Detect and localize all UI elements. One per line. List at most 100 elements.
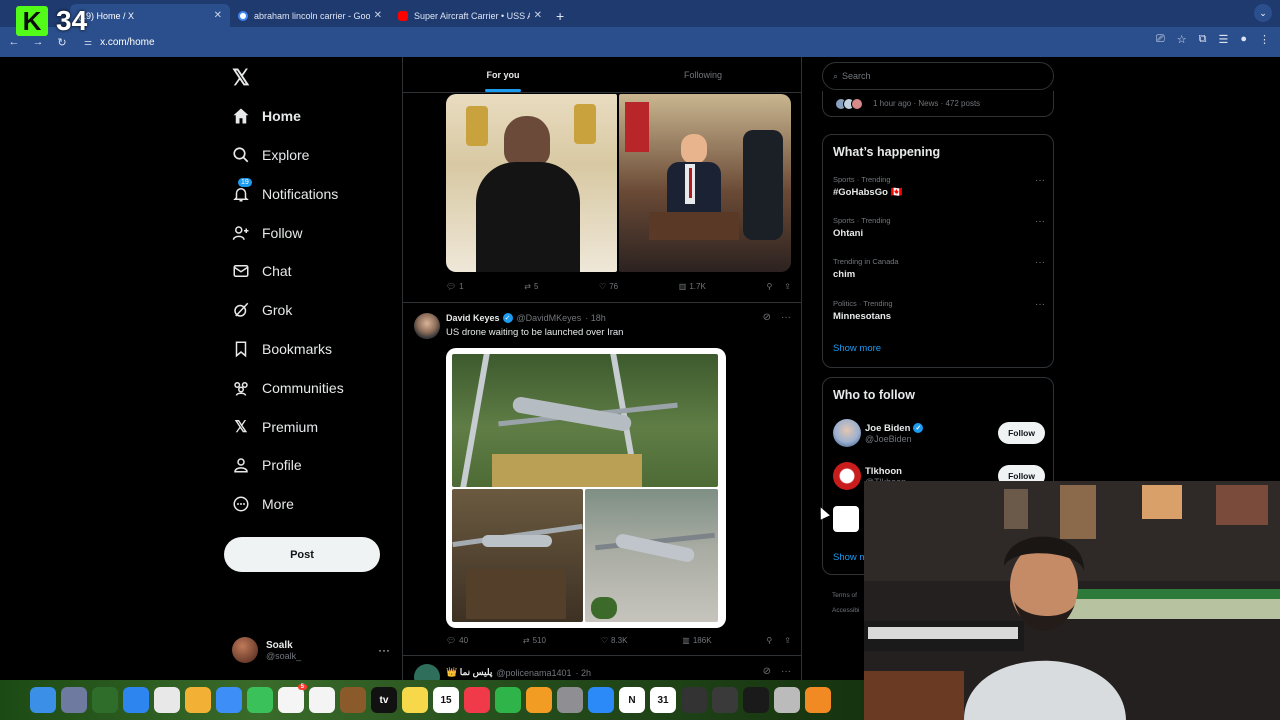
like-button[interactable]: ♡ 76	[599, 282, 618, 291]
browser-tab-x-home[interactable]: (19) Home / X ✕	[70, 4, 230, 27]
chrome-icon[interactable]	[154, 687, 180, 713]
post-button[interactable]: Post	[224, 537, 380, 572]
app-hex-icon[interactable]	[743, 687, 769, 713]
reading-list-icon[interactable]: ☰	[1218, 33, 1228, 46]
bookmark-icon[interactable]: ⚲	[766, 282, 772, 291]
settings-icon[interactable]	[557, 687, 583, 713]
browser-tab-youtube[interactable]: Super Aircraft Carrier • USS A ✕	[390, 4, 550, 27]
news-summary[interactable]: 1 hour ago · News · 472 posts	[822, 91, 1054, 117]
grok-icon[interactable]: ⊘	[763, 666, 771, 677]
more-icon[interactable]: ···	[1035, 216, 1045, 227]
browser-menu-icon[interactable]: ⋮	[1259, 33, 1270, 46]
close-icon[interactable]: ✕	[214, 10, 222, 21]
instruments-icon[interactable]	[681, 687, 707, 713]
photos-icon[interactable]	[185, 687, 211, 713]
author-handle[interactable]: @DavidMKeyes	[517, 313, 582, 323]
tab-search-icon[interactable]: ⌄	[1254, 4, 1272, 22]
launchpad-icon[interactable]	[61, 687, 87, 713]
search-input[interactable]: ⌕ Search	[822, 62, 1054, 90]
show-more-link[interactable]: Show m	[833, 552, 867, 563]
avatar[interactable]	[414, 664, 440, 680]
forward-icon[interactable]: →	[26, 36, 50, 49]
tab-for-you[interactable]: For you	[403, 57, 603, 92]
tweet-photo[interactable]	[446, 94, 617, 272]
share-icon[interactable]: ⇪	[784, 636, 791, 645]
bookmark-icon[interactable]: ⚲	[766, 636, 772, 645]
cast-icon[interactable]: ⎚	[1156, 33, 1165, 46]
footer-link[interactable]: Accessibi	[832, 603, 859, 618]
bookmark-star-icon[interactable]: ☆	[1177, 33, 1187, 46]
close-icon[interactable]: ✕	[374, 10, 382, 21]
nav-premium[interactable]: 𝕏 Premium	[232, 412, 318, 442]
show-more-link[interactable]: Show more	[833, 343, 881, 354]
follow-suggestion[interactable]: Joe Biden ✓ @JoeBiden Follow	[833, 418, 1045, 448]
numbers-icon[interactable]	[495, 687, 521, 713]
like-button[interactable]: ♡ 8.3K	[601, 636, 628, 645]
profile-avatar-icon[interactable]: ●	[1240, 33, 1247, 46]
calendar-31-icon[interactable]: 31	[650, 687, 676, 713]
tv-icon[interactable]: tv	[371, 687, 397, 713]
reload-icon[interactable]: ↻	[50, 36, 74, 49]
nav-follow[interactable]: Follow	[232, 218, 302, 248]
tweet-media[interactable]	[446, 348, 726, 628]
author-handle[interactable]: @policenama1401	[496, 668, 571, 678]
close-icon[interactable]: ✕	[534, 10, 542, 21]
more-icon[interactable]: ···	[378, 643, 390, 657]
footer-link[interactable]: Terms of	[832, 588, 859, 603]
fl-studio-icon[interactable]	[805, 687, 831, 713]
avatar[interactable]	[414, 313, 440, 339]
logic-icon[interactable]	[712, 687, 738, 713]
extensions-icon[interactable]: ⧉	[1199, 33, 1207, 46]
nav-grok[interactable]: Grok	[232, 295, 292, 325]
share-icon[interactable]: ⇪	[784, 282, 791, 291]
nav-bookmarks[interactable]: Bookmarks	[232, 334, 332, 364]
pages-icon[interactable]	[526, 687, 552, 713]
trend-item[interactable]: Politics · Trending Minnesotans ···	[833, 299, 1045, 322]
browser-tab-google[interactable]: abraham lincoln carrier - Goo ✕	[230, 4, 390, 27]
nav-home[interactable]: Home	[232, 101, 301, 131]
tab-following[interactable]: Following	[603, 57, 801, 92]
author-name[interactable]: 👑 پلیس نما	[446, 667, 492, 678]
calendar-icon[interactable]: 15	[433, 687, 459, 713]
tweet-photo[interactable]	[452, 354, 718, 487]
trend-item[interactable]: Sports · Trending Ohtani ···	[833, 216, 1045, 239]
facetime-icon[interactable]	[247, 687, 273, 713]
more-icon[interactable]: ···	[781, 312, 791, 323]
tweet-photo[interactable]	[619, 94, 791, 272]
tweet-photo[interactable]	[452, 489, 583, 622]
mail-icon[interactable]	[216, 687, 242, 713]
nav-chat[interactable]: Chat	[232, 256, 292, 286]
reply-button[interactable]: 💬︎ 1	[446, 282, 464, 291]
back-icon[interactable]: ←	[2, 36, 26, 49]
freeform-icon[interactable]	[309, 687, 335, 713]
tweet-photo[interactable]	[585, 489, 718, 622]
account-switcher[interactable]: Soalk @soalk_ ···	[232, 635, 390, 665]
new-tab-icon[interactable]: +	[556, 4, 564, 27]
repost-button[interactable]: ⇄ 510	[523, 636, 546, 645]
author-name[interactable]: David Keyes	[446, 313, 500, 323]
news-icon[interactable]	[464, 687, 490, 713]
trend-item[interactable]: Sports · Trending #GoHabsGo 🇨🇦 ···	[833, 175, 1045, 198]
notes-icon[interactable]	[402, 687, 428, 713]
app-green-icon[interactable]	[92, 687, 118, 713]
reminders-icon[interactable]: 5	[278, 684, 307, 713]
app-brown-icon[interactable]	[340, 687, 366, 713]
repost-button[interactable]: ⇄ 5	[524, 282, 538, 291]
safari-icon[interactable]	[123, 687, 149, 713]
tweet-time[interactable]: · 18h	[585, 313, 606, 323]
nav-more[interactable]: More	[232, 489, 294, 519]
nav-communities[interactable]: Communities	[232, 373, 344, 403]
views-button[interactable]: ▥ 186K	[682, 636, 711, 645]
tweet-time[interactable]: · 2h	[576, 668, 592, 678]
site-settings-icon[interactable]: ⚌	[84, 37, 92, 48]
follow-button[interactable]: Follow	[998, 422, 1045, 444]
url-field[interactable]: ⚌ x.com/home	[84, 31, 1104, 53]
disk-utility-icon[interactable]	[774, 687, 800, 713]
more-icon[interactable]: ···	[1035, 257, 1045, 268]
views-button[interactable]: ▥ 1.7K	[679, 282, 706, 291]
reply-button[interactable]: 💬︎ 40	[446, 636, 468, 645]
notion-icon[interactable]: N	[619, 687, 645, 713]
grok-icon[interactable]: ⊘	[763, 312, 771, 323]
nav-explore[interactable]: Explore	[232, 140, 309, 170]
trend-item[interactable]: Trending in Canada chim ···	[833, 257, 1045, 280]
